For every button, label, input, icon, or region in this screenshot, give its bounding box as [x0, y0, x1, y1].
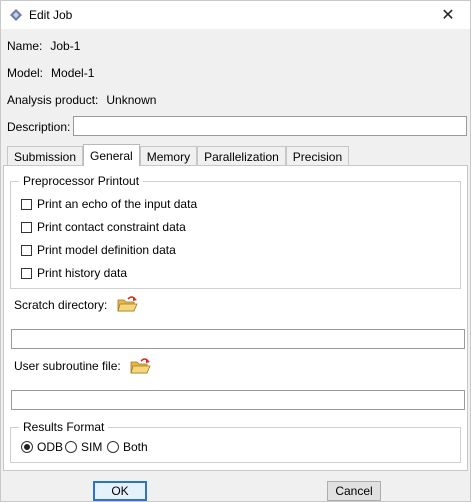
open-folder-icon[interactable] — [116, 294, 138, 314]
model-definition-label: Print model definition data — [37, 243, 176, 257]
model-definition-checkbox-row[interactable]: Print model definition data — [21, 243, 176, 257]
sim-radio-row[interactable]: SIM — [65, 440, 102, 454]
both-label: Both — [123, 440, 148, 454]
model-value: Model-1 — [51, 66, 95, 80]
sim-radio[interactable] — [65, 441, 77, 453]
tab-general[interactable]: General — [83, 144, 140, 166]
open-folder-icon[interactable] — [129, 356, 151, 376]
tab-bar: Submission General Memory Parallelizatio… — [7, 144, 350, 166]
title-bar: Edit Job ✕ — [1, 1, 470, 29]
echo-input-checkbox-row[interactable]: Print an echo of the input data — [21, 197, 197, 211]
preprocessor-printout-title: Preprocessor Printout — [19, 174, 144, 188]
close-button[interactable]: ✕ — [430, 1, 466, 29]
odb-radio-row[interactable]: ODB — [21, 440, 63, 454]
tab-parallelization[interactable]: Parallelization — [197, 146, 286, 166]
user-subroutine-label: User subroutine file: — [14, 359, 121, 373]
odb-radio[interactable] — [21, 441, 33, 453]
abaqus-job-icon — [10, 9, 22, 21]
sim-label: SIM — [81, 440, 103, 454]
contact-constraint-checkbox[interactable] — [21, 221, 32, 233]
description-label: Description: — [7, 120, 71, 134]
echo-input-checkbox[interactable] — [21, 198, 32, 210]
results-format-title: Results Format — [19, 420, 109, 434]
preprocessor-printout-group: Preprocessor Printout Print an echo of t… — [10, 174, 461, 289]
name-value: Job-1 — [50, 39, 81, 53]
history-data-checkbox[interactable] — [21, 267, 32, 279]
model-row: Model: Model-1 — [7, 66, 94, 80]
description-row: Description: — [7, 120, 70, 134]
general-tab-panel: Preprocessor Printout Print an echo of t… — [3, 165, 468, 471]
window-title: Edit Job — [29, 8, 73, 22]
analysis-product-label: Analysis product: — [7, 93, 99, 107]
model-label: Model: — [7, 66, 44, 80]
contact-constraint-label: Print contact constraint data — [37, 220, 186, 234]
both-radio[interactable] — [107, 441, 119, 453]
product-row: Analysis product: Unknown — [7, 93, 156, 107]
tab-submission[interactable]: Submission — [7, 146, 84, 166]
ok-button[interactable]: OK — [93, 481, 147, 501]
analysis-product-value: Unknown — [106, 93, 157, 107]
cancel-button[interactable]: Cancel — [327, 481, 381, 501]
name-label: Name: — [7, 39, 43, 53]
model-definition-checkbox[interactable] — [21, 244, 32, 256]
both-radio-row[interactable]: Both — [107, 440, 148, 454]
name-row: Name: Job-1 — [7, 39, 80, 53]
scratch-directory-label: Scratch directory: — [14, 298, 108, 312]
history-data-checkbox-row[interactable]: Print history data — [21, 266, 127, 280]
description-input[interactable] — [73, 116, 467, 136]
user-subroutine-input[interactable] — [11, 390, 465, 410]
contact-constraint-checkbox-row[interactable]: Print contact constraint data — [21, 220, 186, 234]
history-data-label: Print history data — [37, 266, 128, 280]
echo-input-label: Print an echo of the input data — [37, 197, 198, 211]
edit-job-dialog: Edit Job ✕ Name: Job-1 Model: Model-1 Anal… — [0, 0, 471, 502]
results-format-group: Results Format ODB SIM Both — [10, 420, 461, 463]
tab-precision[interactable]: Precision — [285, 146, 350, 166]
scratch-directory-input[interactable] — [11, 329, 465, 349]
tab-memory[interactable]: Memory — [139, 146, 198, 166]
odb-label: ODB — [37, 440, 64, 454]
